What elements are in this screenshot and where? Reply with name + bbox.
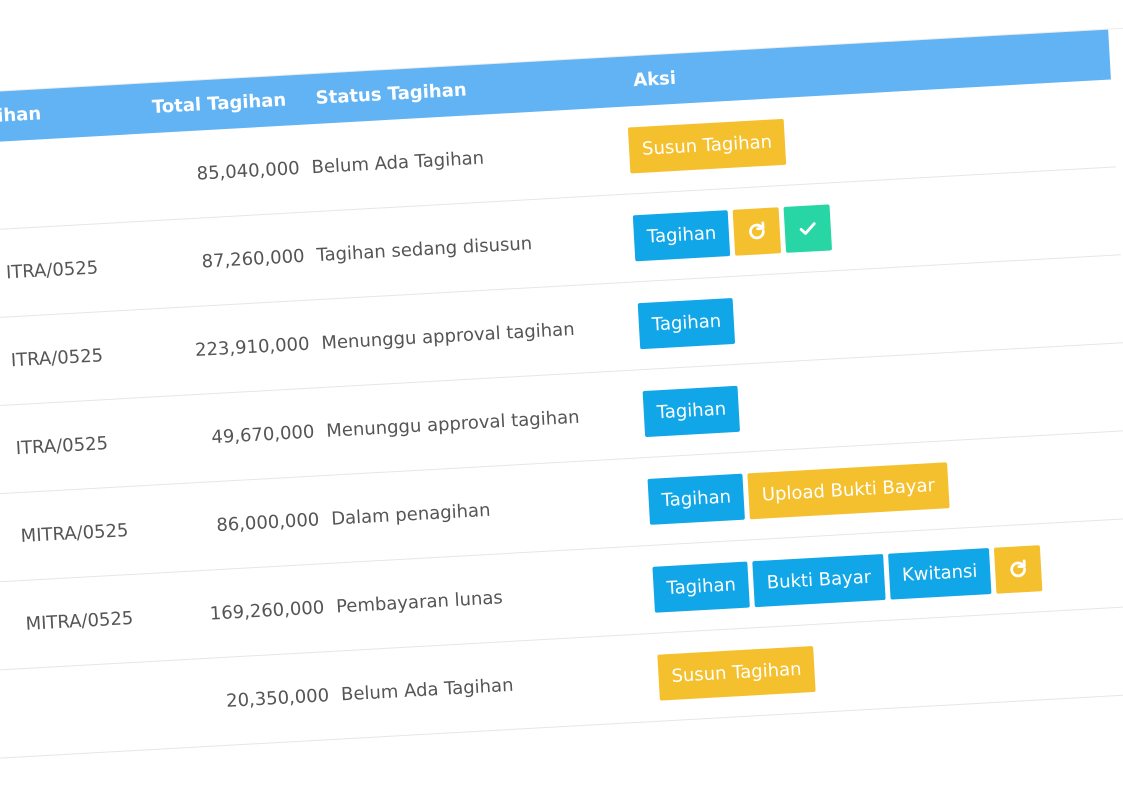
cell-total-tagihan: 20,350,000 <box>225 685 330 712</box>
upload-bukti-bayar-button[interactable]: Upload Bukti Bayar <box>747 461 950 519</box>
cell-status-tagihan: Belum Ada Tagihan <box>340 674 515 706</box>
cell-status-tagihan: Tagihan sedang disusun <box>315 233 533 267</box>
tagihan-button[interactable]: Tagihan <box>637 297 736 349</box>
cell-total-tagihan: 169,260,000 <box>209 597 325 625</box>
refresh-icon <box>749 221 765 239</box>
cell-status-tagihan: Belum Ada Tagihan <box>311 147 485 179</box>
cell-total-tagihan: 49,670,000 <box>210 421 315 449</box>
header-aksi: Aksi <box>632 67 677 92</box>
tagihan-table: ihan Total Tagihan Status Tagihan Aksi 8… <box>0 29 1123 761</box>
tagihan-button[interactable]: Tagihan <box>642 385 741 437</box>
tagihan-button[interactable]: Tagihan <box>652 561 751 613</box>
cell-total-tagihan: 86,000,000 <box>215 509 320 537</box>
check-icon <box>799 221 816 235</box>
kwitansi-button[interactable]: Kwitansi <box>887 547 992 600</box>
cell-status-tagihan: Dalam penagihan <box>330 499 491 530</box>
susun-tagihan-button[interactable]: Susun Tagihan <box>657 645 816 701</box>
susun-tagihan-button[interactable]: Susun Tagihan <box>627 118 787 173</box>
cell-status-tagihan: Menunggu approval tagihan <box>320 318 576 354</box>
cell-total-tagihan: 85,040,000 <box>196 157 301 185</box>
cell-status-tagihan: Menunggu approval tagihan <box>325 406 581 442</box>
tagihan-button[interactable]: Tagihan <box>632 209 731 261</box>
refresh-button[interactable] <box>994 544 1043 594</box>
refresh-button[interactable] <box>732 206 782 256</box>
header-total-tagihan: Total Tagihan <box>151 89 287 119</box>
tagihan-button[interactable]: Tagihan <box>647 473 746 525</box>
cell-total-tagihan: 223,910,000 <box>194 333 311 362</box>
approve-button[interactable] <box>783 203 833 253</box>
cell-status-tagihan: Pembayaran lunas <box>335 587 504 618</box>
header-status-tagihan: Status Tagihan <box>315 79 468 109</box>
cell-total-tagihan: 87,260,000 <box>201 245 306 273</box>
bukti-bayar-button[interactable]: Bukti Bayar <box>752 553 886 607</box>
stage: ihan Total Tagihan Status Tagihan Aksi 8… <box>0 0 1123 794</box>
header-no-tagihan: ihan <box>0 103 42 127</box>
refresh-icon <box>1010 558 1027 577</box>
